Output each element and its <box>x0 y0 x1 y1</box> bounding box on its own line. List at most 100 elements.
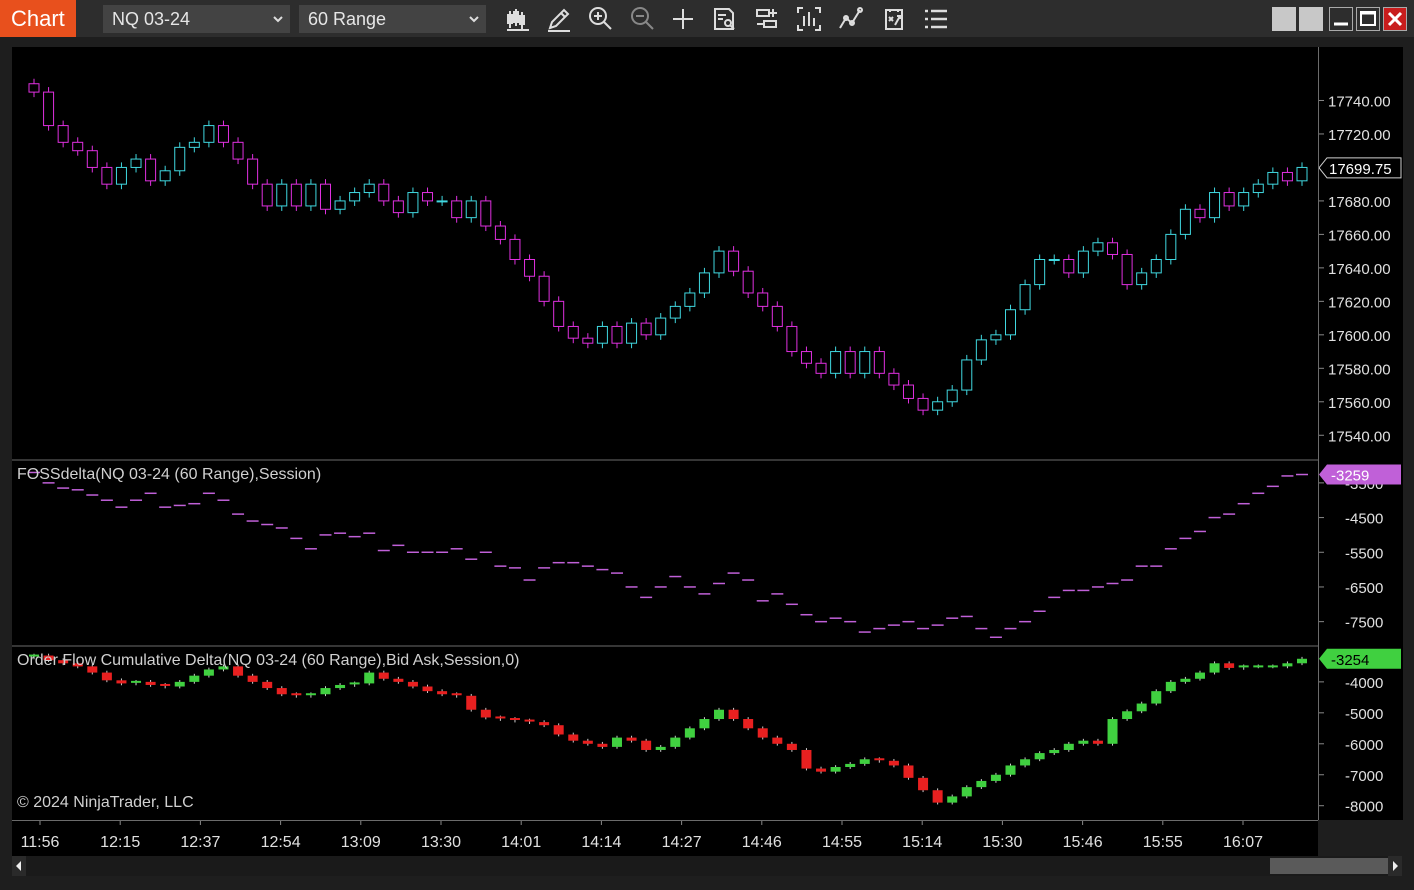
delta-candle <box>888 760 899 766</box>
price-candle <box>480 200 492 227</box>
window-tile-icon[interactable] <box>1272 7 1296 31</box>
delta-candle <box>480 709 491 718</box>
value-axis[interactable]: 17740.0017720.0017700.0017680.0017660.00… <box>1318 47 1403 820</box>
price-candle <box>115 166 127 185</box>
price-candle <box>1136 272 1148 286</box>
price-candle <box>844 351 856 374</box>
price-candle <box>1296 166 1308 182</box>
chart-canvas[interactable]: FOSSdelta(NQ 03-24 (60 Range),Session) O… <box>12 47 1318 820</box>
price-candle <box>43 91 55 127</box>
time-tick-label: 14:46 <box>742 834 782 851</box>
strategies-icon[interactable] <box>879 4 909 34</box>
scrollbar-thumb[interactable] <box>1270 858 1388 874</box>
price-candle <box>334 200 346 210</box>
price-candle <box>1107 242 1119 255</box>
last-price-label: 17699.75 <box>1329 161 1392 178</box>
delta-candle <box>349 682 360 685</box>
delta-candle <box>509 718 520 721</box>
time-axis[interactable]: 11:56 12:15 12:37 12:54 13:09 13:30 14:01 14:14… <box>12 820 1318 857</box>
properties-icon[interactable] <box>752 4 782 34</box>
price-candle <box>247 158 259 185</box>
delta-candle <box>728 709 739 720</box>
bar-statistics-icon[interactable] <box>794 4 824 34</box>
delta-candle <box>1267 665 1278 668</box>
delta-candle <box>145 681 156 685</box>
price-candle <box>917 397 929 411</box>
delta-candle <box>203 669 214 676</box>
window-tile-icon[interactable] <box>1299 7 1323 31</box>
crosshair-icon[interactable] <box>668 4 698 34</box>
price-candle <box>407 192 419 214</box>
delta-candle <box>961 787 972 797</box>
delta-candle <box>553 725 564 735</box>
delta-candle <box>466 695 477 710</box>
delta-candle <box>1282 663 1293 667</box>
cumdelta-candles <box>29 653 1307 805</box>
fossdelta-marks <box>28 471 1308 639</box>
delta-candle <box>1092 740 1103 744</box>
drawing-tool-icon[interactable] <box>544 4 574 34</box>
delta-candle <box>437 691 448 695</box>
delta-candle <box>1005 765 1016 775</box>
delta-candle <box>714 709 725 720</box>
price-candle <box>145 158 157 182</box>
time-tick-label: 14:14 <box>581 834 621 851</box>
delta-candle <box>786 743 797 750</box>
delta-candle <box>1049 749 1060 754</box>
indicators-icon[interactable] <box>836 4 866 34</box>
delta-candle <box>276 688 287 695</box>
time-tick-label: 13:30 <box>421 834 461 851</box>
delta-candle <box>335 684 346 689</box>
zoom-in-icon[interactable] <box>585 4 615 34</box>
instrument-selector[interactable]: NQ 03-24 <box>103 5 290 33</box>
minimize-icon[interactable] <box>1329 7 1353 31</box>
time-tick-label: 12:54 <box>261 834 301 851</box>
price-candle <box>902 384 914 399</box>
interval-selector[interactable]: 60 Range <box>299 5 486 33</box>
close-icon[interactable] <box>1383 7 1407 31</box>
fossdelta-tick-label: -5500 <box>1345 545 1383 562</box>
price-candle <box>1092 242 1104 252</box>
price-tick-label: 17680.00 <box>1328 194 1391 211</box>
price-candle <box>1223 192 1235 207</box>
delta-candle <box>378 672 389 679</box>
delta-candle <box>451 693 462 696</box>
zoom-out-icon[interactable] <box>627 4 657 34</box>
fossdelta-value-label: -3259 <box>1331 468 1369 485</box>
delta-candle <box>874 758 885 761</box>
delta-candle <box>772 737 783 744</box>
horizontal-scrollbar[interactable] <box>12 856 1402 876</box>
price-candles <box>28 78 1308 416</box>
delta-candle <box>990 774 1001 781</box>
price-candle <box>626 322 638 344</box>
price-candle <box>1121 253 1133 286</box>
delta-candle <box>407 681 418 687</box>
price-candle <box>1048 259 1060 261</box>
data-box-icon[interactable] <box>710 4 740 34</box>
delta-candle <box>189 675 200 682</box>
chart-plot[interactable] <box>12 47 1318 820</box>
delta-candle <box>1224 663 1235 668</box>
price-candle <box>1150 259 1162 274</box>
copyright-text: © 2024 NinjaTrader, LLC <box>17 794 194 811</box>
time-tick-label: 15:55 <box>1143 834 1183 851</box>
price-tick-label: 17660.00 <box>1328 227 1391 244</box>
maximize-icon[interactable] <box>1356 7 1380 31</box>
delta-candle <box>262 681 273 689</box>
price-candle <box>1238 192 1250 207</box>
cumdelta-tick-label: -7000 <box>1345 768 1383 785</box>
chart-style-icon[interactable] <box>503 4 533 34</box>
cumdelta-tick-label: -5000 <box>1345 706 1383 723</box>
price-candle <box>1267 171 1279 185</box>
chart-tab[interactable]: Chart <box>0 0 76 37</box>
menu-icon[interactable] <box>921 4 951 34</box>
price-candle <box>1063 259 1075 274</box>
delta-candle <box>291 693 302 696</box>
cumdelta-tick-label: -4000 <box>1345 675 1383 692</box>
price-candle <box>640 322 652 336</box>
delta-candle <box>582 740 593 744</box>
time-axis-labels: 11:56 12:15 12:37 12:54 13:09 13:30 14:01 14:14… <box>21 821 1263 851</box>
time-tick-label: 16:07 <box>1223 834 1263 851</box>
delta-candle <box>131 680 142 683</box>
price-candle <box>203 125 215 143</box>
